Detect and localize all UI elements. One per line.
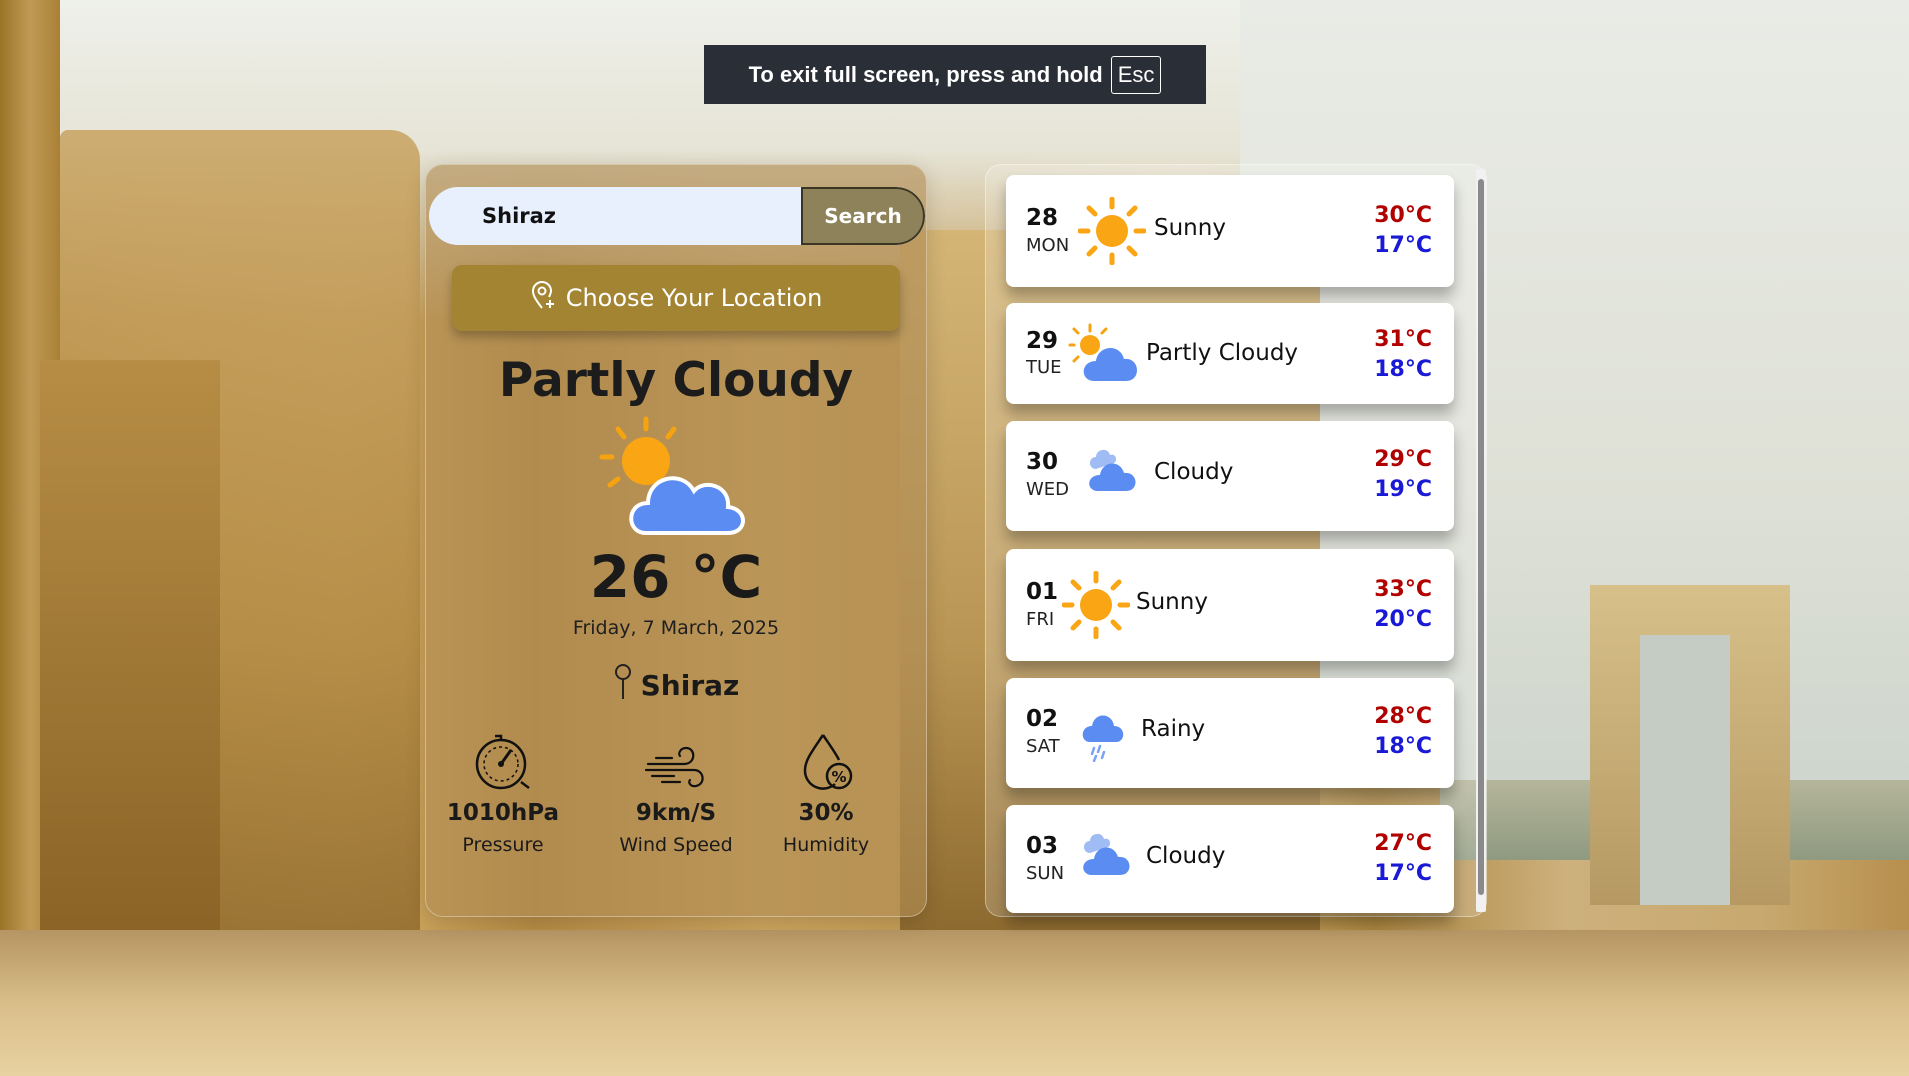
- cloud-icon: [1078, 829, 1134, 883]
- forecast-scrollbar[interactable]: [1476, 169, 1486, 912]
- forecast-day-number: 03: [1026, 833, 1059, 859]
- wind-speed-value: 9km/S: [635, 800, 717, 826]
- search-button[interactable]: Search: [801, 187, 925, 245]
- forecast-day-card[interactable]: 03 SUN Cloudy 27°C 17°C: [1006, 805, 1454, 913]
- forecast-day-number: 01: [1026, 579, 1059, 605]
- fullscreen-banner-text: To exit full screen, press and hold: [748, 61, 1103, 87]
- forecast-weekday: WED: [1026, 479, 1070, 500]
- forecast-day-card[interactable]: 30 WED Cloudy 29°C 19°C: [1006, 421, 1454, 531]
- rain-cloud-icon: [1078, 708, 1128, 766]
- cloud-icon: [1084, 445, 1140, 499]
- forecast-high-temp: 27°C: [1374, 831, 1432, 856]
- forecast-weekday: SUN: [1026, 863, 1065, 884]
- pressure-value: 1010hPa: [446, 800, 560, 826]
- current-temperature: 26 °C: [589, 543, 763, 611]
- current-date: Friday, 7 March, 2025: [572, 617, 780, 639]
- humidity-stat: % 30% Humidity: [756, 730, 896, 856]
- location-pin-icon: [613, 663, 633, 708]
- humidity-label: Humidity: [782, 834, 870, 856]
- location-pin-plus-icon: [530, 280, 556, 316]
- partly-cloudy-icon: [1068, 323, 1144, 389]
- choose-location-label: Choose Your Location: [565, 284, 823, 312]
- current-city: Shiraz: [426, 663, 926, 708]
- fullscreen-exit-banner: To exit full screen, press and hold Esc: [704, 45, 1206, 104]
- forecast-day-card[interactable]: 29 TUE Partly Cloudy 31°C 18°C: [1006, 303, 1454, 404]
- forecast-low-temp: 20°C: [1374, 607, 1432, 632]
- background-ruin: [40, 360, 220, 940]
- sun-icon: [1061, 570, 1131, 643]
- forecast-low-temp: 17°C: [1374, 861, 1432, 886]
- forecast-high-temp: 33°C: [1374, 577, 1432, 602]
- city-search-input[interactable]: [429, 187, 801, 245]
- forecast-condition: Rainy: [1141, 716, 1206, 742]
- forecast-weekday: SAT: [1026, 736, 1060, 757]
- humidity-value: 30%: [798, 800, 854, 826]
- forecast-high-temp: 31°C: [1374, 327, 1432, 352]
- forecast-low-temp: 19°C: [1374, 477, 1432, 502]
- forecast-high-temp: 28°C: [1374, 704, 1432, 729]
- humidity-drop-icon: %: [756, 730, 896, 792]
- forecast-weekday: TUE: [1026, 357, 1062, 378]
- forecast-low-temp: 17°C: [1374, 233, 1432, 258]
- current-weather-card: Search Choose Your Location Partly Cloud…: [425, 164, 927, 917]
- forecast-condition: Cloudy: [1146, 843, 1226, 869]
- wind-speed-label: Wind Speed: [619, 834, 733, 856]
- esc-key-hint: Esc: [1110, 55, 1162, 94]
- pressure-label: Pressure: [462, 834, 544, 856]
- forecast-day-number: 28: [1026, 205, 1059, 231]
- forecast-condition: Sunny: [1154, 215, 1226, 241]
- forecast-day-card[interactable]: 01 FRI Sunny 33°C 20°C: [1006, 549, 1454, 661]
- pressure-stat: 1010hPa Pressure: [433, 730, 573, 856]
- wind-speed-stat: 9km/S Wind Speed: [606, 730, 746, 856]
- forecast-day-number: 02: [1026, 706, 1059, 732]
- choose-location-button[interactable]: Choose Your Location: [452, 265, 900, 331]
- forecast-low-temp: 18°C: [1374, 734, 1432, 759]
- forecast-high-temp: 30°C: [1374, 203, 1432, 228]
- forecast-weekday: MON: [1026, 235, 1070, 256]
- sun-icon: [1077, 196, 1147, 269]
- background-ground: [0, 930, 1909, 1076]
- scrollbar-thumb[interactable]: [1478, 179, 1484, 895]
- search-bar: Search: [429, 187, 925, 245]
- forecast-condition: Cloudy: [1154, 459, 1234, 485]
- forecast-day-card[interactable]: 02 SAT Rainy 28°C 18°C: [1006, 678, 1454, 788]
- forecast-panel: 28 MON Sunny 30°C 17°C 29 TUE Partly Clo…: [985, 164, 1487, 917]
- background-doorway: [1640, 635, 1730, 905]
- forecast-day-number: 29: [1026, 328, 1059, 354]
- pressure-gauge-icon: [433, 730, 573, 792]
- forecast-day-number: 30: [1026, 449, 1059, 475]
- forecast-low-temp: 18°C: [1374, 357, 1432, 382]
- partly-cloudy-icon: [596, 415, 761, 540]
- city-name: Shiraz: [640, 669, 740, 702]
- forecast-high-temp: 29°C: [1374, 447, 1432, 472]
- forecast-day-card[interactable]: 28 MON Sunny 30°C 17°C: [1006, 175, 1454, 287]
- forecast-weekday: FRI: [1026, 609, 1055, 630]
- forecast-condition: Partly Cloudy: [1146, 340, 1299, 366]
- wind-icon: [606, 730, 746, 792]
- current-condition: Partly Cloudy: [498, 353, 854, 408]
- svg-text:%: %: [831, 768, 846, 786]
- forecast-condition: Sunny: [1136, 589, 1208, 615]
